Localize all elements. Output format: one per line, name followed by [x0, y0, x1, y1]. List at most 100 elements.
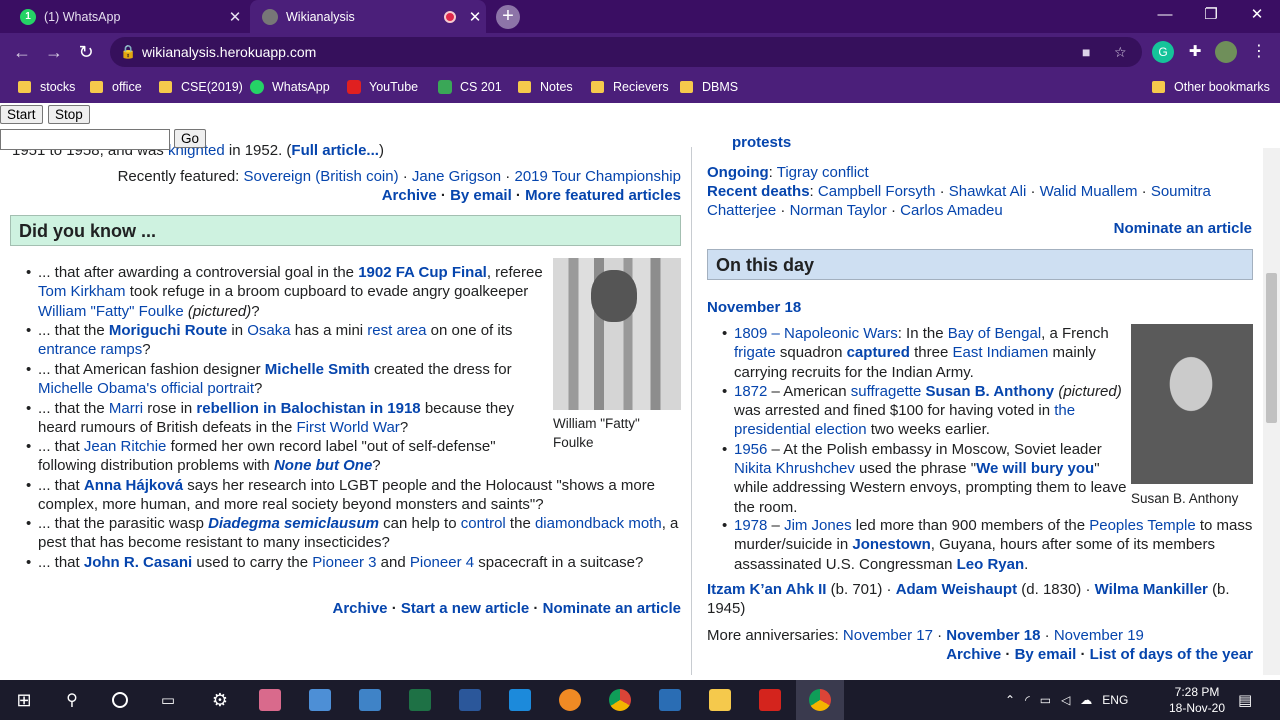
star-icon[interactable]: ☆ — [1114, 37, 1127, 67]
excel-app[interactable] — [396, 680, 444, 720]
full-article-link[interactable]: Full article... — [291, 142, 379, 159]
address-bar[interactable]: 🔒 wikianalysis.herokuapp.com ■ ☆ — [110, 37, 1142, 67]
paint-app[interactable] — [246, 680, 294, 720]
paint-icon — [259, 689, 281, 711]
recent-link[interactable]: 2019 Tour Championship — [514, 168, 681, 185]
cloud-icon[interactable]: ☁ — [1080, 693, 1092, 707]
birth-link[interactable]: Wilma Mankiller — [1095, 581, 1208, 598]
language-indicator[interactable]: ENG — [1102, 693, 1128, 707]
search-button[interactable]: ⚲ — [48, 680, 96, 720]
death-link[interactable]: Shawkat Ali — [949, 183, 1027, 200]
avatar[interactable] — [1215, 41, 1237, 63]
fatty-foulke-image[interactable] — [553, 258, 681, 410]
recent-link[interactable]: Sovereign (British coin) — [244, 168, 399, 185]
by-email-link[interactable]: By email — [1015, 646, 1077, 663]
nominate-link[interactable]: Nominate an article — [1114, 220, 1252, 237]
close-window-button[interactable]: ✕ — [1234, 0, 1280, 30]
chevron-up-icon[interactable]: ⌃ — [1005, 693, 1015, 707]
settings-app[interactable]: ⚙ — [196, 680, 244, 720]
bookmark-whatsapp[interactable]: WhatsApp — [250, 71, 330, 103]
anniversary-link[interactable]: November 19 — [1054, 627, 1144, 644]
media-app[interactable] — [546, 680, 594, 720]
reload-button[interactable]: ↻ — [74, 40, 98, 64]
text-input[interactable] — [0, 129, 170, 150]
start-button[interactable]: Start — [0, 105, 43, 124]
bookmark-recievers[interactable]: Recievers — [591, 71, 669, 103]
mail-app[interactable] — [496, 680, 544, 720]
recent-link[interactable]: Jane Grigson — [412, 168, 501, 185]
extensions-icon[interactable]: ✚ — [1184, 41, 1206, 63]
notification-icon[interactable]: ▤ — [1238, 680, 1252, 720]
death-link[interactable]: Campbell Forsyth — [818, 183, 936, 200]
network-icon[interactable]: ◜ — [1025, 693, 1030, 707]
word-app[interactable] — [446, 680, 494, 720]
close-tab-icon[interactable]: ✕ — [224, 8, 246, 26]
minimize-button[interactable]: — — [1142, 0, 1188, 30]
anniversary-link[interactable]: November 17 — [843, 627, 933, 644]
menu-icon[interactable]: ⋮ — [1248, 41, 1270, 63]
death-link[interactable]: Walid Muallem — [1040, 183, 1138, 200]
forward-button[interactable]: → — [42, 40, 66, 64]
volume-icon[interactable]: ◁ — [1061, 693, 1070, 707]
bookmark-office[interactable]: office — [90, 71, 142, 103]
birth-link[interactable]: Itzam K’an Ahk II — [707, 581, 826, 598]
chrome-app[interactable] — [596, 680, 644, 720]
calculator-app[interactable] — [296, 680, 344, 720]
ongoing-label[interactable]: Ongoing — [707, 164, 769, 181]
clock[interactable]: 7:28 PM 18-Nov-20 — [1162, 680, 1232, 720]
list-item: 1956 – At the Polish embassy in Moscow, … — [722, 440, 1127, 517]
bookmark-notes[interactable]: Notes — [518, 71, 573, 103]
file-explorer-app[interactable] — [696, 680, 744, 720]
days-list-link[interactable]: List of days of the year — [1090, 646, 1253, 663]
tab-wikianalysis[interactable]: Wikianalysis ✕ — [250, 0, 486, 33]
chrome-active-app[interactable] — [796, 680, 844, 720]
tab-whatsapp[interactable]: 1 (1) WhatsApp ✕ — [8, 0, 246, 33]
lock-icon: 🔒 — [120, 44, 137, 59]
youtube-icon — [347, 80, 361, 94]
camera-icon[interactable]: ■ — [1082, 37, 1090, 67]
ongoing-link[interactable]: Tigray conflict — [777, 164, 869, 181]
by-email-link[interactable]: By email — [450, 187, 512, 204]
windows-start-button[interactable]: ⊞ — [0, 680, 48, 720]
go-button[interactable]: Go — [174, 129, 207, 148]
otd-date-link[interactable]: November 18 — [707, 299, 801, 316]
close-tab-icon[interactable]: ✕ — [464, 8, 486, 26]
back-button[interactable]: ← — [10, 40, 34, 64]
list-item: ... that the Marri rose in rebellion in … — [26, 399, 546, 438]
vscode-app[interactable] — [646, 680, 694, 720]
protests-link-text[interactable]: protests — [732, 134, 791, 151]
otd-births: Itzam K’an Ahk II (b. 701) · Adam Weisha… — [707, 581, 1230, 617]
archive-link[interactable]: Archive — [946, 646, 1001, 663]
recent-deaths-label[interactable]: Recent deaths — [707, 183, 810, 200]
archive-link[interactable]: Archive — [382, 187, 437, 204]
other-bookmarks[interactable]: Other bookmarks — [1152, 71, 1270, 103]
browser-titlebar: 1 (1) WhatsApp ✕ Wikianalysis ✕ + — ❐ ✕ — [0, 0, 1280, 33]
battery-icon[interactable]: ▭ — [1040, 693, 1051, 707]
bookmark-stocks[interactable]: stocks — [18, 71, 75, 103]
anniversary-link[interactable]: November 18 — [946, 627, 1040, 644]
bookmark-youtube[interactable]: YouTube — [347, 71, 418, 103]
stop-button[interactable]: Stop — [48, 105, 90, 124]
bookmark-label: Recievers — [613, 80, 669, 94]
app-icon[interactable] — [346, 680, 394, 720]
susan-anthony-image[interactable] — [1131, 324, 1253, 484]
acrobat-app[interactable] — [746, 680, 794, 720]
start-article-link[interactable]: Start a new article — [401, 600, 529, 617]
bookmark-dbms[interactable]: DBMS — [680, 71, 738, 103]
birth-link[interactable]: Adam Weishaupt — [896, 581, 1017, 598]
more-featured-link[interactable]: More featured articles — [525, 187, 681, 204]
new-tab-button[interactable]: + — [496, 5, 520, 29]
cortana-button[interactable] — [96, 680, 144, 720]
grammarly-icon[interactable]: G — [1152, 41, 1174, 63]
archive-link[interactable]: Archive — [333, 600, 388, 617]
task-view-button[interactable]: ▭ — [144, 680, 192, 720]
bookmark-cs201[interactable]: CS 201 — [438, 71, 502, 103]
nominate-link[interactable]: Nominate an article — [543, 600, 681, 617]
restore-button[interactable]: ❐ — [1188, 0, 1234, 30]
birth-note: (b. 701) — [830, 581, 883, 598]
bookmark-cse[interactable]: CSE(2019) — [159, 71, 243, 103]
scrollbar-thumb[interactable] — [1266, 273, 1277, 423]
death-link[interactable]: Carlos Amadeu — [900, 202, 1003, 219]
death-link[interactable]: Norman Taylor — [790, 202, 887, 219]
otd-heading: On this day — [707, 249, 1253, 280]
